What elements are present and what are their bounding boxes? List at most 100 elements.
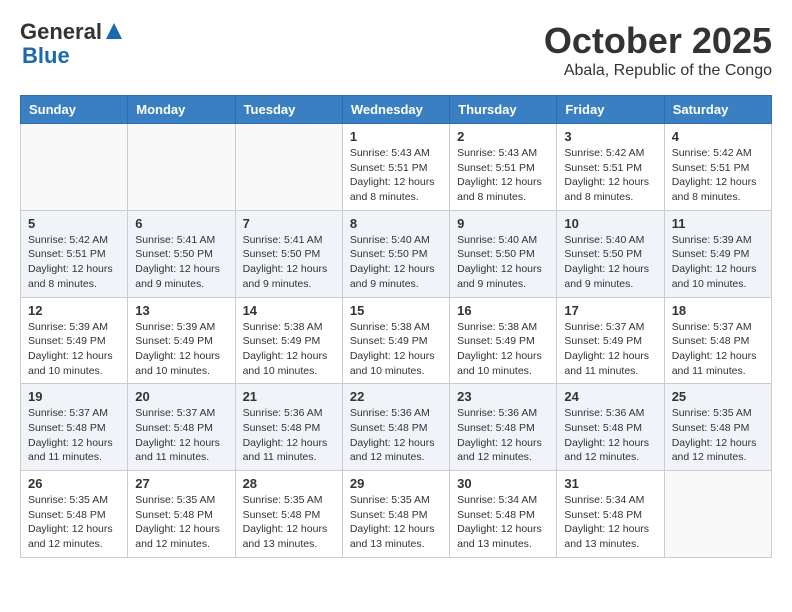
location-title: Abala, Republic of the Congo: [544, 62, 772, 80]
day-number: 25: [672, 389, 764, 404]
col-thursday: Thursday: [450, 96, 557, 124]
day-info: Sunrise: 5:42 AMSunset: 5:51 PMDaylight:…: [672, 146, 764, 205]
day-info: Sunrise: 5:38 AMSunset: 5:49 PMDaylight:…: [243, 320, 335, 379]
day-number: 31: [564, 476, 656, 491]
day-info: Sunrise: 5:34 AMSunset: 5:48 PMDaylight:…: [564, 493, 656, 552]
day-number: 14: [243, 303, 335, 318]
table-row: 13 Sunrise: 5:39 AMSunset: 5:49 PMDayligh…: [128, 297, 235, 384]
day-info: Sunrise: 5:35 AMSunset: 5:48 PMDaylight:…: [28, 493, 120, 552]
day-info: Sunrise: 5:39 AMSunset: 5:49 PMDaylight:…: [672, 233, 764, 292]
day-number: 24: [564, 389, 656, 404]
day-number: 19: [28, 389, 120, 404]
table-row: 17Sunrise: 5:37 AMSunset: 5:49 PMDayligh…: [557, 297, 664, 384]
day-number: 4: [672, 129, 764, 144]
logo-general: General: [20, 20, 102, 44]
col-tuesday: Tuesday: [235, 96, 342, 124]
table-row: 11 Sunrise: 5:39 AMSunset: 5:49 PMDayligh…: [664, 210, 771, 297]
table-row: 22 Sunrise: 5:36 AMSunset: 5:48 PMDayligh…: [342, 384, 449, 471]
day-info: Sunrise: 5:37 AMSunset: 5:48 PMDaylight:…: [28, 406, 120, 465]
day-number: 20: [135, 389, 227, 404]
table-row: 18Sunrise: 5:37 AMSunset: 5:48 PMDayligh…: [664, 297, 771, 384]
table-row: 1 Sunrise: 5:43 AMSunset: 5:51 PMDaylight…: [342, 124, 449, 211]
logo: General Blue: [20, 20, 124, 68]
table-row: 25 Sunrise: 5:35 AMSunset: 5:48 PMDayligh…: [664, 384, 771, 471]
day-number: 13: [135, 303, 227, 318]
table-row: 27 Sunrise: 5:35 AMSunset: 5:48 PMDayligh…: [128, 471, 235, 558]
day-info: Sunrise: 5:35 AMSunset: 5:48 PMDaylight:…: [672, 406, 764, 465]
day-number: 11: [672, 216, 764, 231]
table-row: 10Sunrise: 5:40 AMSunset: 5:50 PMDayligh…: [557, 210, 664, 297]
day-number: 28: [243, 476, 335, 491]
day-number: 18: [672, 303, 764, 318]
calendar-week-row: 12 Sunrise: 5:39 AMSunset: 5:49 PMDayligh…: [21, 297, 772, 384]
calendar-table: Sunday Monday Tuesday Wednesday Thursday…: [20, 95, 772, 558]
day-info: Sunrise: 5:36 AMSunset: 5:48 PMDaylight:…: [243, 406, 335, 465]
day-number: 2: [457, 129, 549, 144]
day-number: 7: [243, 216, 335, 231]
day-number: 21: [243, 389, 335, 404]
calendar-header-row: Sunday Monday Tuesday Wednesday Thursday…: [21, 96, 772, 124]
table-row: [235, 124, 342, 211]
day-info: Sunrise: 5:38 AMSunset: 5:49 PMDaylight:…: [457, 320, 549, 379]
day-info: Sunrise: 5:36 AMSunset: 5:48 PMDaylight:…: [457, 406, 549, 465]
table-row: 29Sunrise: 5:35 AMSunset: 5:48 PMDayligh…: [342, 471, 449, 558]
day-number: 17: [564, 303, 656, 318]
table-row: 9 Sunrise: 5:40 AMSunset: 5:50 PMDaylight…: [450, 210, 557, 297]
day-number: 8: [350, 216, 442, 231]
table-row: 30 Sunrise: 5:34 AMSunset: 5:48 PMDayligh…: [450, 471, 557, 558]
day-number: 23: [457, 389, 549, 404]
table-row: 4 Sunrise: 5:42 AMSunset: 5:51 PMDaylight…: [664, 124, 771, 211]
table-row: 31 Sunrise: 5:34 AMSunset: 5:48 PMDayligh…: [557, 471, 664, 558]
table-row: 12 Sunrise: 5:39 AMSunset: 5:49 PMDayligh…: [21, 297, 128, 384]
day-number: 12: [28, 303, 120, 318]
calendar-week-row: 19 Sunrise: 5:37 AMSunset: 5:48 PMDayligh…: [21, 384, 772, 471]
table-row: 28Sunrise: 5:35 AMSunset: 5:48 PMDayligh…: [235, 471, 342, 558]
calendar-week-row: 1 Sunrise: 5:43 AMSunset: 5:51 PMDaylight…: [21, 124, 772, 211]
table-row: 14 Sunrise: 5:38 AMSunset: 5:49 PMDayligh…: [235, 297, 342, 384]
day-info: Sunrise: 5:41 AMSunset: 5:50 PMDaylight:…: [135, 233, 227, 292]
month-title: October 2025: [544, 20, 772, 62]
day-info: Sunrise: 5:42 AMSunset: 5:51 PMDaylight:…: [564, 146, 656, 205]
day-info: Sunrise: 5:36 AMSunset: 5:48 PMDaylight:…: [564, 406, 656, 465]
day-number: 6: [135, 216, 227, 231]
day-info: Sunrise: 5:38 AMSunset: 5:49 PMDaylight:…: [350, 320, 442, 379]
table-row: 20 Sunrise: 5:37 AMSunset: 5:48 PMDayligh…: [128, 384, 235, 471]
table-row: 7Sunrise: 5:41 AMSunset: 5:50 PMDaylight…: [235, 210, 342, 297]
day-info: Sunrise: 5:39 AMSunset: 5:49 PMDaylight:…: [28, 320, 120, 379]
day-info: Sunrise: 5:43 AMSunset: 5:51 PMDaylight:…: [457, 146, 549, 205]
day-info: Sunrise: 5:42 AMSunset: 5:51 PMDaylight:…: [28, 233, 120, 292]
day-number: 27: [135, 476, 227, 491]
day-number: 15: [350, 303, 442, 318]
day-number: 9: [457, 216, 549, 231]
day-info: Sunrise: 5:40 AMSunset: 5:50 PMDaylight:…: [350, 233, 442, 292]
table-row: 5 Sunrise: 5:42 AMSunset: 5:51 PMDaylight…: [21, 210, 128, 297]
calendar-week-row: 26Sunrise: 5:35 AMSunset: 5:48 PMDayligh…: [21, 471, 772, 558]
day-number: 22: [350, 389, 442, 404]
day-info: Sunrise: 5:40 AMSunset: 5:50 PMDaylight:…: [457, 233, 549, 292]
page-header: General Blue October 2025 Abala, Republi…: [20, 20, 772, 80]
day-number: 5: [28, 216, 120, 231]
table-row: 3Sunrise: 5:42 AMSunset: 5:51 PMDaylight…: [557, 124, 664, 211]
day-info: Sunrise: 5:35 AMSunset: 5:48 PMDaylight:…: [135, 493, 227, 552]
day-info: Sunrise: 5:43 AMSunset: 5:51 PMDaylight:…: [350, 146, 442, 205]
day-info: Sunrise: 5:34 AMSunset: 5:48 PMDaylight:…: [457, 493, 549, 552]
table-row: 2 Sunrise: 5:43 AMSunset: 5:51 PMDaylight…: [450, 124, 557, 211]
day-number: 16: [457, 303, 549, 318]
col-saturday: Saturday: [664, 96, 771, 124]
table-row: 24 Sunrise: 5:36 AMSunset: 5:48 PMDayligh…: [557, 384, 664, 471]
day-info: Sunrise: 5:37 AMSunset: 5:48 PMDaylight:…: [135, 406, 227, 465]
table-row: 16 Sunrise: 5:38 AMSunset: 5:49 PMDayligh…: [450, 297, 557, 384]
col-friday: Friday: [557, 96, 664, 124]
day-info: Sunrise: 5:36 AMSunset: 5:48 PMDaylight:…: [350, 406, 442, 465]
logo-blue: Blue: [22, 44, 70, 68]
col-sunday: Sunday: [21, 96, 128, 124]
day-info: Sunrise: 5:39 AMSunset: 5:49 PMDaylight:…: [135, 320, 227, 379]
col-monday: Monday: [128, 96, 235, 124]
table-row: 26Sunrise: 5:35 AMSunset: 5:48 PMDayligh…: [21, 471, 128, 558]
day-number: 30: [457, 476, 549, 491]
col-wednesday: Wednesday: [342, 96, 449, 124]
day-number: 1: [350, 129, 442, 144]
table-row: 15 Sunrise: 5:38 AMSunset: 5:49 PMDayligh…: [342, 297, 449, 384]
table-row: [128, 124, 235, 211]
table-row: [664, 471, 771, 558]
